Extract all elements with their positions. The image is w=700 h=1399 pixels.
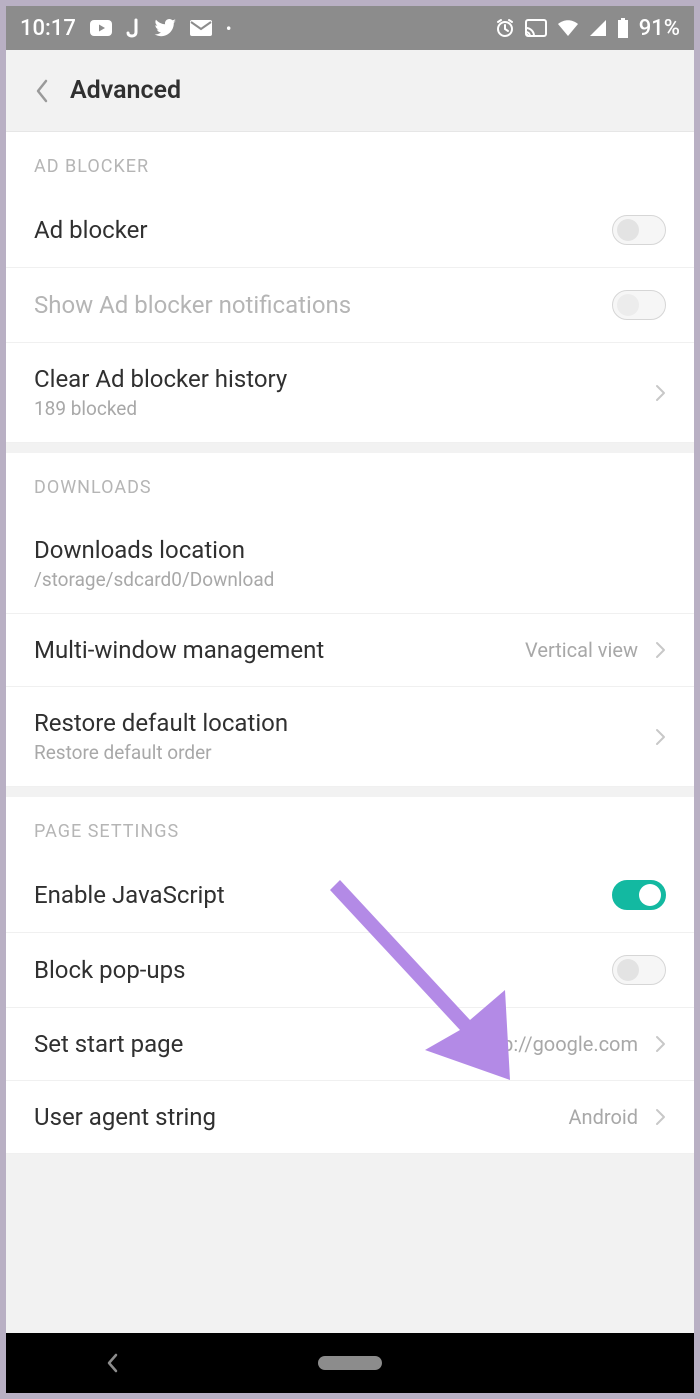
row-clear-ad-blocker-history[interactable]: Clear Ad blocker history 189 blocked bbox=[6, 343, 694, 443]
row-value: Android bbox=[568, 1105, 638, 1129]
row-multi-window-management[interactable]: Multi-window management Vertical view bbox=[6, 614, 694, 687]
chevron-right-icon bbox=[654, 1034, 666, 1054]
nav-back-icon[interactable] bbox=[104, 1351, 122, 1375]
row-title: Restore default location bbox=[34, 709, 654, 737]
twitter-icon bbox=[154, 19, 176, 37]
row-enable-javascript[interactable]: Enable JavaScript bbox=[6, 858, 694, 933]
status-time: 10:17 bbox=[20, 16, 76, 41]
app-j-icon bbox=[126, 18, 140, 38]
row-title: User agent string bbox=[34, 1103, 568, 1131]
row-title: Show Ad blocker notifications bbox=[34, 291, 612, 319]
row-user-agent-string[interactable]: User agent string Android bbox=[6, 1081, 694, 1154]
row-title: Ad blocker bbox=[34, 216, 612, 244]
device-frame: 10:17 • bbox=[6, 6, 694, 1393]
row-title: Multi-window management bbox=[34, 636, 525, 664]
section-header-downloads: DOWNLOADS bbox=[6, 453, 694, 514]
row-value: Vertical view bbox=[525, 638, 638, 662]
row-title: Block pop-ups bbox=[34, 956, 612, 984]
nav-home-pill[interactable] bbox=[318, 1356, 382, 1370]
alarm-icon bbox=[495, 18, 515, 38]
section-header-adblocker: AD BLOCKER bbox=[6, 132, 694, 193]
mail-icon bbox=[190, 20, 212, 36]
battery-icon bbox=[617, 18, 629, 38]
status-bar: 10:17 • bbox=[6, 6, 694, 50]
chevron-right-icon bbox=[654, 1107, 666, 1127]
battery-percent: 91% bbox=[639, 16, 680, 41]
row-subtitle: Restore default order bbox=[34, 741, 654, 764]
row-show-ad-blocker-notifications: Show Ad blocker notifications bbox=[6, 268, 694, 343]
row-block-popups[interactable]: Block pop-ups bbox=[6, 933, 694, 1008]
row-set-start-page[interactable]: Set start page http://google.com bbox=[6, 1008, 694, 1081]
more-dot-icon: • bbox=[226, 19, 232, 38]
row-title: Downloads location bbox=[34, 536, 666, 564]
youtube-icon bbox=[90, 20, 112, 36]
back-icon[interactable] bbox=[34, 78, 50, 104]
page-title: Advanced bbox=[70, 76, 181, 105]
row-title: Clear Ad blocker history bbox=[34, 365, 654, 393]
row-title: Enable JavaScript bbox=[34, 881, 612, 909]
row-downloads-location[interactable]: Downloads location /storage/sdcard0/Down… bbox=[6, 514, 694, 614]
navigation-bar bbox=[6, 1333, 694, 1393]
toggle-ad-blocker[interactable] bbox=[612, 215, 666, 245]
chevron-right-icon bbox=[654, 727, 666, 747]
toggle-enable-javascript[interactable] bbox=[612, 880, 666, 910]
section-header-page-settings: PAGE SETTINGS bbox=[6, 797, 694, 858]
app-bar: Advanced bbox=[6, 50, 694, 132]
toggle-block-popups[interactable] bbox=[612, 955, 666, 985]
row-value: http://google.com bbox=[478, 1032, 638, 1056]
cast-icon bbox=[525, 19, 547, 37]
chevron-right-icon bbox=[654, 640, 666, 660]
row-restore-default-location[interactable]: Restore default location Restore default… bbox=[6, 687, 694, 787]
row-title: Set start page bbox=[34, 1030, 478, 1058]
settings-content: AD BLOCKER Ad blocker Show Ad blocker no… bbox=[6, 132, 694, 1333]
row-subtitle: /storage/sdcard0/Download bbox=[34, 568, 666, 591]
chevron-right-icon bbox=[654, 383, 666, 403]
cell-signal-icon bbox=[589, 19, 607, 37]
row-ad-blocker[interactable]: Ad blocker bbox=[6, 193, 694, 268]
wifi-icon bbox=[557, 19, 579, 37]
toggle-show-ad-blocker-notifications bbox=[612, 290, 666, 320]
row-subtitle: 189 blocked bbox=[34, 397, 654, 420]
